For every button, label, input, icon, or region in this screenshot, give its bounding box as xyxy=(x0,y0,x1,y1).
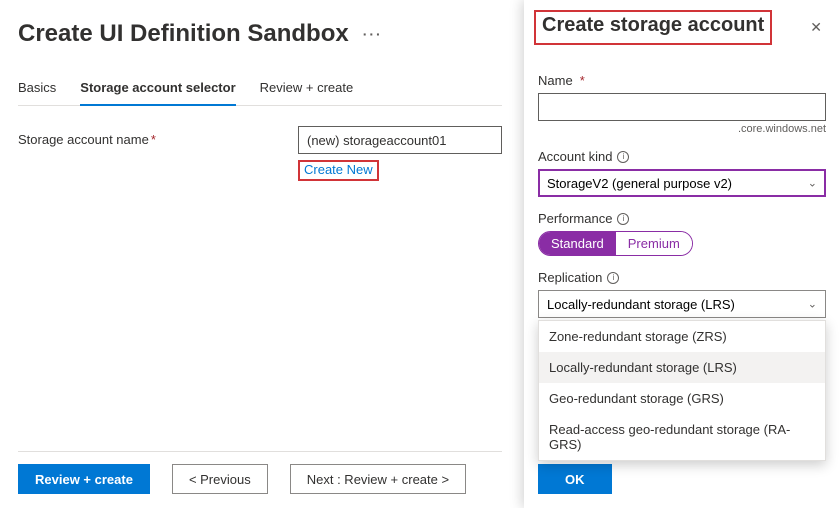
replication-dropdown-menu: Zone-redundant storage (ZRS) Locally-red… xyxy=(538,320,826,461)
performance-standard[interactable]: Standard xyxy=(539,232,616,255)
replication-option-zrs[interactable]: Zone-redundant storage (ZRS) xyxy=(539,321,825,352)
page-title: Create UI Definition Sandbox xyxy=(18,20,349,48)
name-input[interactable] xyxy=(538,93,826,121)
required-asterisk: * xyxy=(580,73,585,88)
tabs: Basics Storage account selector Review +… xyxy=(18,72,502,106)
tab-storage-account-selector[interactable]: Storage account selector xyxy=(80,72,235,105)
performance-segmented: Standard Premium xyxy=(538,231,693,256)
replication-value: Locally-redundant storage (LRS) xyxy=(547,297,735,312)
account-kind-select[interactable]: StorageV2 (general purpose v2) ⌄ xyxy=(538,169,826,197)
performance-premium[interactable]: Premium xyxy=(616,232,692,255)
chevron-down-icon: ⌄ xyxy=(808,177,817,190)
panel-title: Create storage account xyxy=(534,10,772,45)
storage-account-name-label: Storage account name xyxy=(18,132,149,147)
next-button[interactable]: Next : Review + create > xyxy=(290,464,466,494)
review-create-button[interactable]: Review + create xyxy=(18,464,150,494)
required-asterisk: * xyxy=(151,132,156,147)
chevron-down-icon: ⌄ xyxy=(808,298,817,311)
close-icon[interactable]: ✕ xyxy=(806,15,826,40)
account-kind-value: StorageV2 (general purpose v2) xyxy=(547,176,732,191)
info-icon[interactable]: i xyxy=(617,151,629,163)
performance-label: Performance xyxy=(538,211,612,226)
name-suffix: .core.windows.net xyxy=(538,123,826,135)
replication-label: Replication xyxy=(538,270,602,285)
storage-account-name-input[interactable] xyxy=(298,126,502,154)
replication-select[interactable]: Locally-redundant storage (LRS) ⌄ xyxy=(538,290,826,318)
info-icon[interactable]: i xyxy=(617,213,629,225)
replication-option-lrs[interactable]: Locally-redundant storage (LRS) xyxy=(539,352,825,383)
tab-review-create[interactable]: Review + create xyxy=(260,72,354,105)
replication-option-grs[interactable]: Geo-redundant storage (GRS) xyxy=(539,383,825,414)
name-label: Name xyxy=(538,73,573,88)
create-new-link[interactable]: Create New xyxy=(298,160,379,181)
info-icon[interactable]: i xyxy=(607,272,619,284)
ok-button[interactable]: OK xyxy=(538,464,612,494)
create-storage-account-panel: Create storage account ✕ Name * .core.win… xyxy=(524,0,840,508)
account-kind-label: Account kind xyxy=(538,149,612,164)
replication-option-ragrs[interactable]: Read-access geo-redundant storage (RA-GR… xyxy=(539,414,825,460)
more-icon[interactable]: ··· xyxy=(363,26,383,42)
previous-button[interactable]: < Previous xyxy=(172,464,268,494)
tab-basics[interactable]: Basics xyxy=(18,72,56,105)
